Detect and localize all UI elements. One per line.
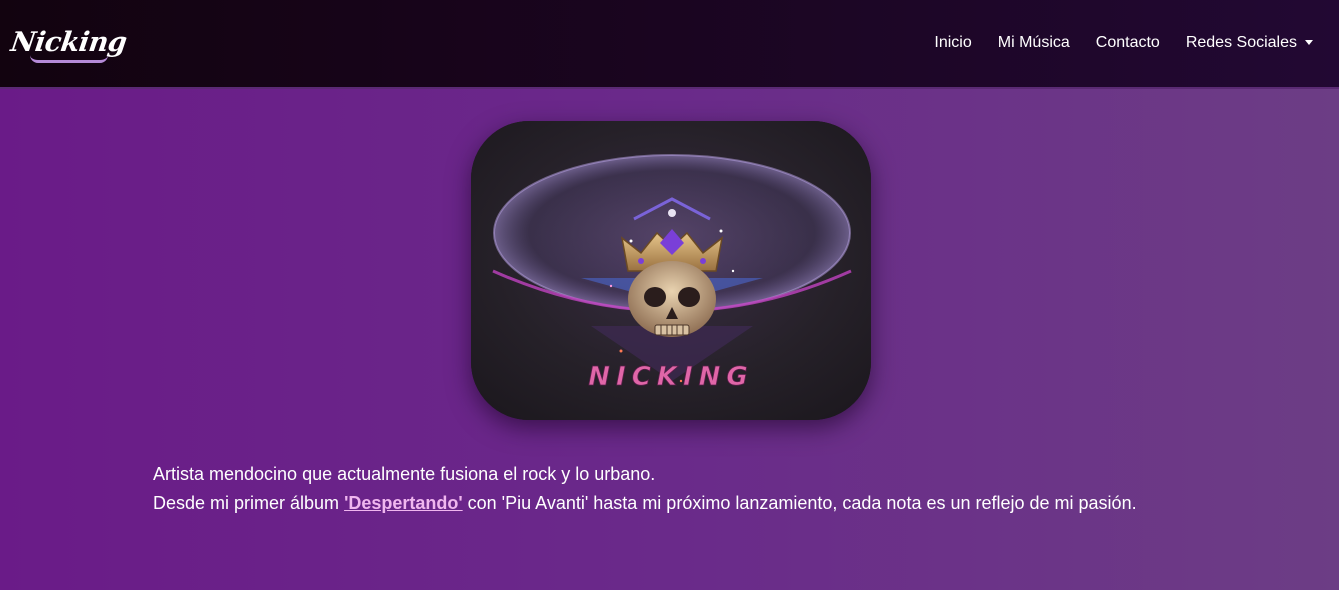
brand-name: Nicking	[9, 26, 129, 58]
brand-logo[interactable]: Nicking	[9, 14, 129, 70]
bio-line-2-start: Desde mi primer álbum	[153, 493, 345, 513]
bio-line-2-end: con 'Piu Avanti' hasta mi próximo lanzam…	[462, 493, 1137, 513]
album-link-despertando[interactable]: 'Despertando'	[344, 493, 463, 513]
nav-dropdown-label: Redes Sociales	[1185, 34, 1297, 51]
bio-line-1: Artista mendocino que actualmente fusion…	[153, 464, 656, 484]
bio-line-2: Desde mi primer álbum 'Despertando' con …	[153, 489, 1253, 518]
nav-link-mi-musica[interactable]: Mi Música	[998, 34, 1070, 52]
caret-down-icon	[1305, 40, 1313, 46]
artist-bio: Artista mendocino que actualmente fusion…	[153, 460, 1253, 518]
nav-link-contacto[interactable]: Contacto	[1096, 34, 1160, 52]
top-navbar: Nicking Inicio Mi Música Contacto Redes …	[0, 0, 1339, 89]
nav-dropdown-redes-sociales[interactable]: Redes Sociales	[1186, 34, 1313, 52]
nav-links: Inicio Mi Música Contacto Redes Sociales	[934, 30, 1313, 56]
album-cover-image: NICKING	[471, 121, 871, 420]
nav-link-inicio[interactable]: Inicio	[934, 34, 971, 52]
brand-swoosh	[30, 55, 108, 63]
cover-logo-text: NICKING	[588, 362, 753, 392]
crowned-skull-icon: NICKING	[471, 121, 871, 420]
